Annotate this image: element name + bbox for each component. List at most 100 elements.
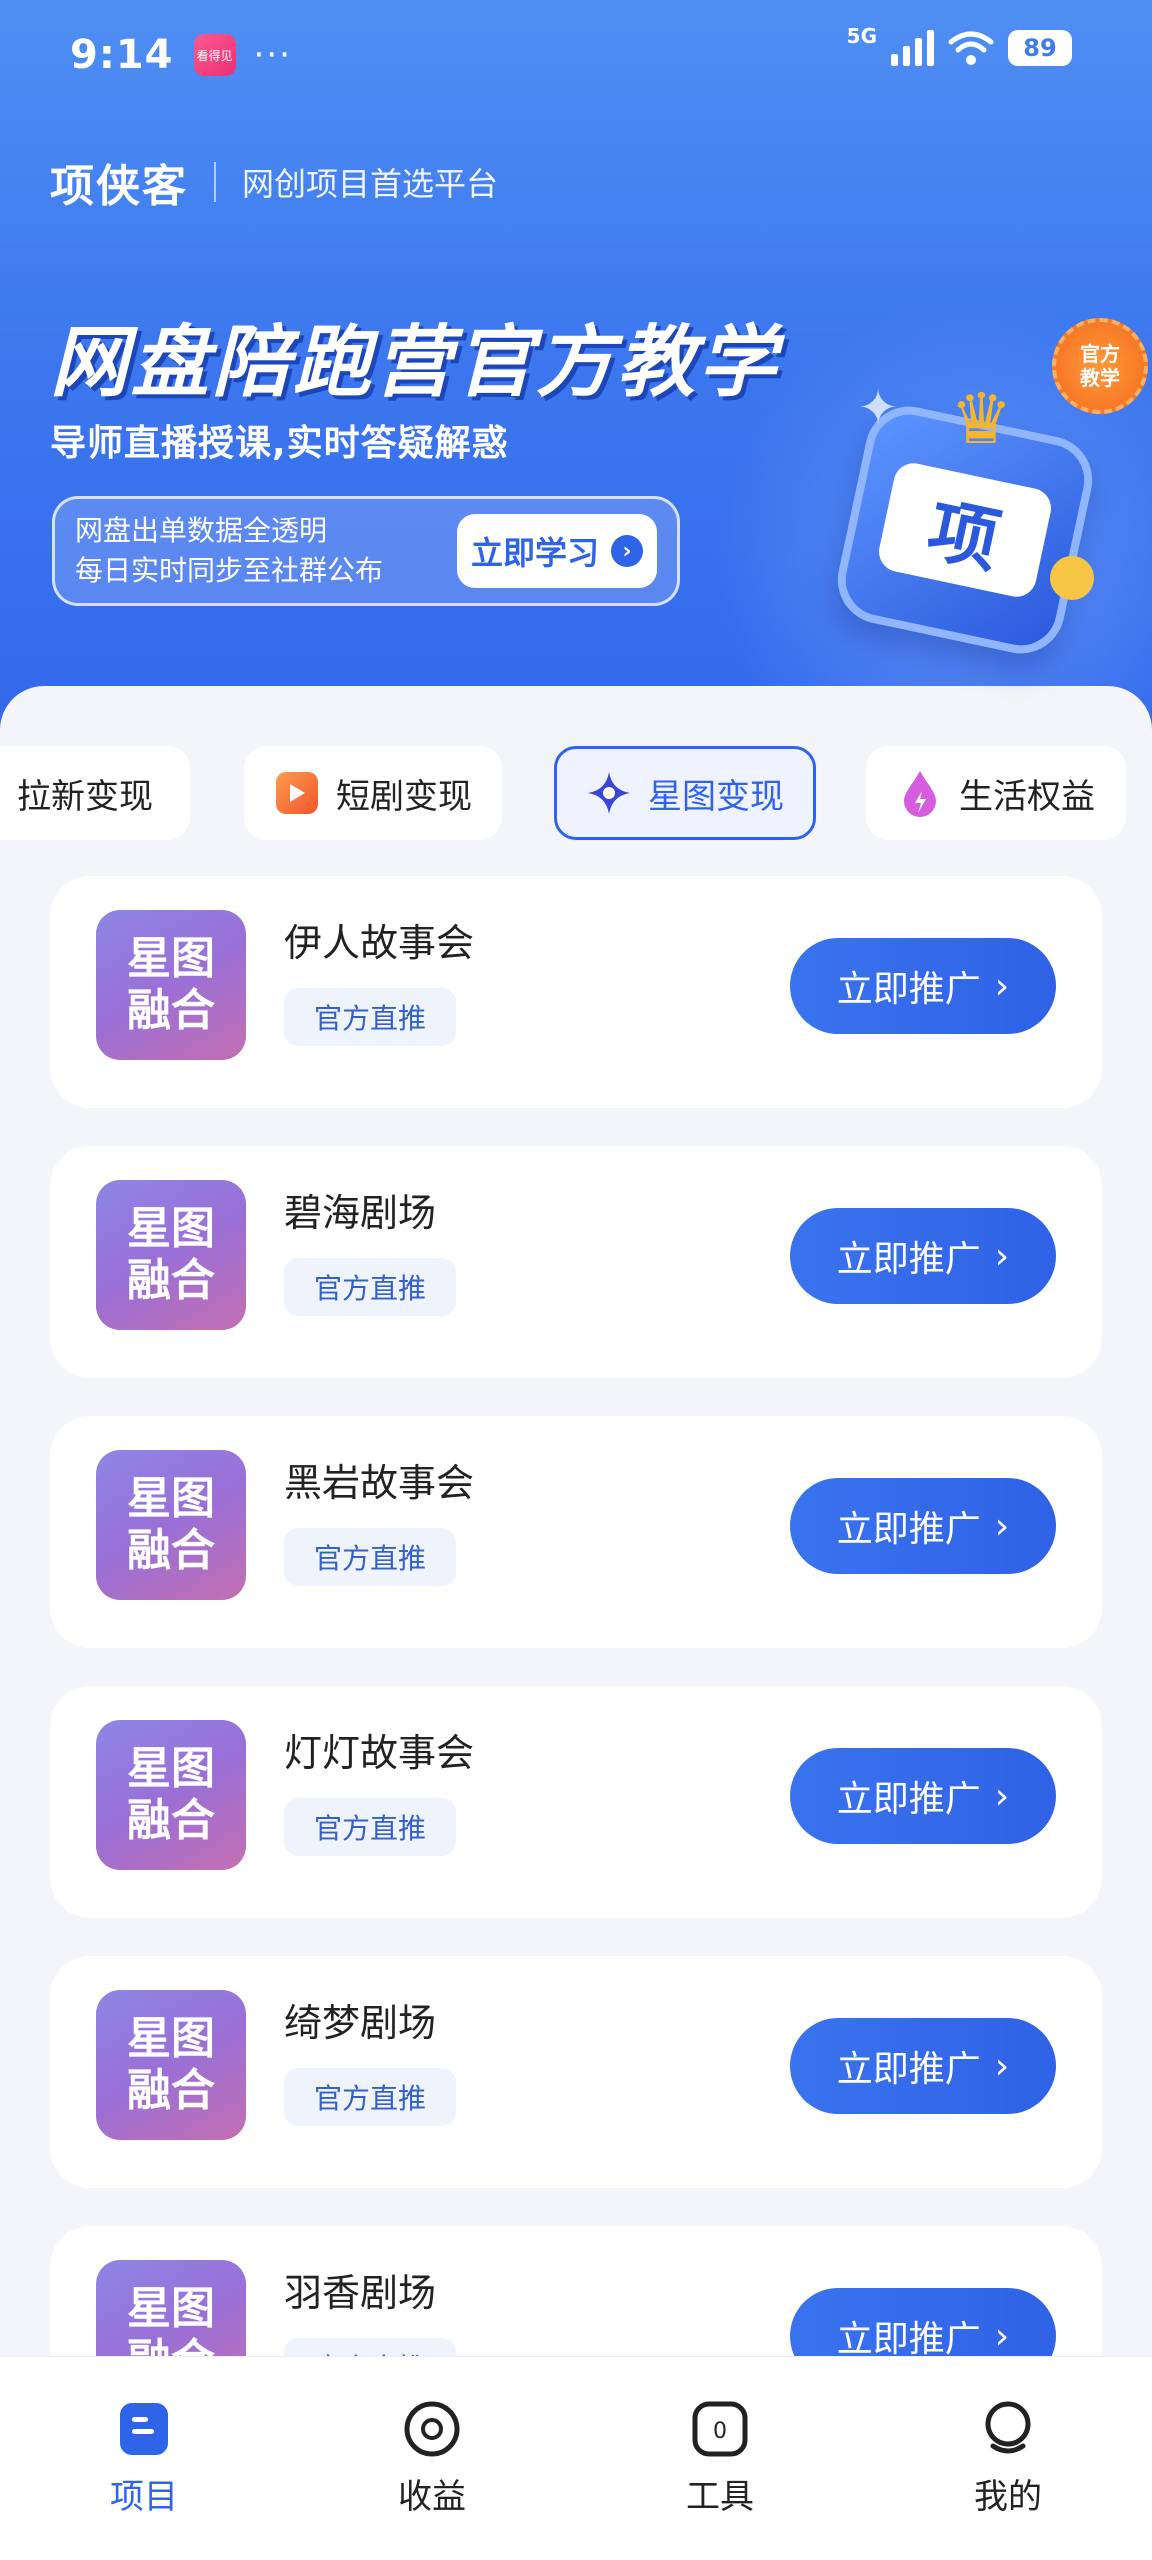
promote-button[interactable]: 立即推广 › [790,2288,1056,2356]
profile-icon [978,2399,1038,2459]
chevron-right-icon: › [994,2315,1010,2357]
brand-divider [214,162,216,202]
item-title: 羽香剧场 [284,2271,437,2315]
thumb-text-2: 融合 [127,985,215,1036]
crown-icon: ♛ [950,378,1013,460]
xingtu-thumbnail: 星图 融合 [96,910,246,1060]
app-notification-icon: 看得见 [193,34,236,76]
category-tabs: 拉新变现 短剧变现 星图变现 生活权益 [0,746,1152,844]
official-tag: 官方直推 [284,1258,457,1316]
list-item[interactable]: 星图 融合 绮梦剧场 官方直推 立即推广 › [50,1956,1102,2188]
battery-icon: 89 [1008,30,1072,66]
nav-item-project[interactable]: 项目 [0,2357,288,2560]
nav-item-earnings[interactable]: 收益 [288,2357,576,2560]
promote-button[interactable]: 立即推广 › [790,2018,1056,2114]
promote-label: 立即推广 [836,2319,981,2356]
bottom-navigation: 项目 收益 0 工具 我的 [0,2356,1152,2560]
study-now-button[interactable]: 立即学习 › [457,514,657,588]
promote-button[interactable]: 立即推广 › [790,1208,1056,1304]
sparkle-icon: ✦ [858,380,899,436]
tab-label: 生活权益 [959,776,1095,817]
thumb-text-2: 融合 [127,2065,215,2116]
thumb-text-1: 星图 [127,2283,215,2334]
play-icon [274,770,320,816]
status-bar: 9:14 看得见 ··· 5G 89 [0,0,1152,110]
chevron-right-icon: › [611,535,643,567]
promote-label: 立即推广 [836,969,981,1010]
chevron-right-icon: › [994,1235,1010,1277]
chevron-right-icon: › [994,2045,1010,2087]
chevron-right-icon: › [994,965,1010,1007]
list-item[interactable]: 星图 融合 伊人故事会 官方直推 立即推广 › [50,876,1102,1108]
item-title: 黑岩故事会 [284,1461,475,1505]
banner-info-text: 网盘出单数据全透明 每日实时同步至社群公布 [75,511,457,591]
official-tag: 官方直推 [284,1528,457,1586]
official-tag: 官方直推 [284,2068,457,2126]
banner-title[interactable]: 网盘陪跑营官方教学 [50,300,779,412]
thumb-text-2: 融合 [127,1525,215,1576]
tab-xingtu[interactable]: 星图变现 [554,746,816,840]
thumb-text-2: 融合 [127,1795,215,1846]
thumb-text-1: 星图 [127,1743,215,1794]
earnings-icon [402,2399,462,2459]
xingtu-thumbnail: 星图 融合 [96,1990,246,2140]
brand-row: 项侠客 网创项目首选平台 [50,150,498,214]
thumb-text-1: 星图 [127,1473,215,1524]
nav-label: 收益 [398,2477,466,2517]
promote-label: 立即推广 [836,1779,981,1820]
item-title: 碧海剧场 [284,1191,437,1235]
nav-item-profile[interactable]: 我的 [864,2357,1152,2560]
tab-shenghuo[interactable]: 生活权益 [866,746,1126,840]
official-tag: 官方直推 [284,1798,457,1856]
hero-banner: 9:14 看得见 ··· 5G 89 项侠客 网创项目首选平台 网盘陪跑营官方教… [0,0,1152,760]
item-title: 灯灯故事会 [284,1731,475,1775]
promote-button[interactable]: 立即推广 › [790,1478,1056,1574]
xingtu-thumbnail: 星图 融合 [96,2260,246,2356]
banner-subtitle: 导师直播授课,实时答疑解惑 [50,423,509,464]
item-title: 绮梦剧场 [284,2001,437,2045]
item-title: 伊人故事会 [284,921,475,965]
brand-slogan: 网创项目首选平台 [242,165,499,203]
promote-button[interactable]: 立即推广 › [790,938,1056,1034]
wifi-icon [948,31,994,65]
promote-label: 立即推广 [836,2049,981,2090]
list-item[interactable]: 星图 融合 灯灯故事会 官方直推 立即推广 › [50,1686,1102,1918]
brand-name: 项侠客 [50,161,188,212]
content-panel: 拉新变现 短剧变现 星图变现 生活权益 星图 融合 伊人故事会 官方直推 立即推… [0,686,1152,2356]
star-icon [586,770,632,816]
xingtu-thumbnail: 星图 融合 [96,1180,246,1330]
signal-icon [891,30,934,66]
list-item[interactable]: 星图 融合 羽香剧场 官方直推 立即推广 › [50,2226,1102,2356]
promote-label: 立即推广 [836,1239,981,1280]
xingtu-thumbnail: 星图 融合 [96,1720,246,1870]
tab-label: 拉新变现 [17,776,153,817]
tools-icon: 0 [690,2399,750,2459]
list-item[interactable]: 星图 融合 黑岩故事会 官方直推 立即推广 › [50,1416,1102,1648]
tab-laxin[interactable]: 拉新变现 [0,746,190,840]
list-item[interactable]: 星图 融合 碧海剧场 官方直推 立即推广 › [50,1146,1102,1378]
more-dots-icon: ··· [253,35,292,75]
thumb-text-1: 星图 [127,2013,215,2064]
official-tag: 官方直推 [284,988,457,1046]
project-icon [114,2399,174,2459]
nav-label: 我的 [974,2477,1042,2517]
thumb-text-2: 融合 [127,1255,215,1306]
tab-label: 星图变现 [648,776,784,817]
svg-text:0: 0 [713,2419,727,2444]
thumb-text-2: 融合 [127,2335,215,2356]
study-now-label: 立即学习 [470,534,599,572]
thumb-text-1: 星图 [127,933,215,984]
chevron-right-icon: › [994,1775,1010,1817]
nav-item-tools[interactable]: 0 工具 [576,2357,864,2560]
badge-line-2: 教学 [1080,366,1120,390]
tab-label: 短剧变现 [336,776,472,817]
chevron-right-icon: › [994,1505,1010,1547]
banner-info-card[interactable]: 网盘出单数据全透明 每日实时同步至社群公布 立即学习 › [52,496,680,606]
banner-line-2: 每日实时同步至社群公布 [75,554,384,587]
promote-button[interactable]: 立即推广 › [790,1748,1056,1844]
official-tag: 官方直推 [284,2338,457,2356]
network-type: 5G [846,24,877,48]
xingtu-thumbnail: 星图 融合 [96,1450,246,1600]
status-time: 9:14 [70,32,174,78]
tab-duanju[interactable]: 短剧变现 [244,746,502,840]
